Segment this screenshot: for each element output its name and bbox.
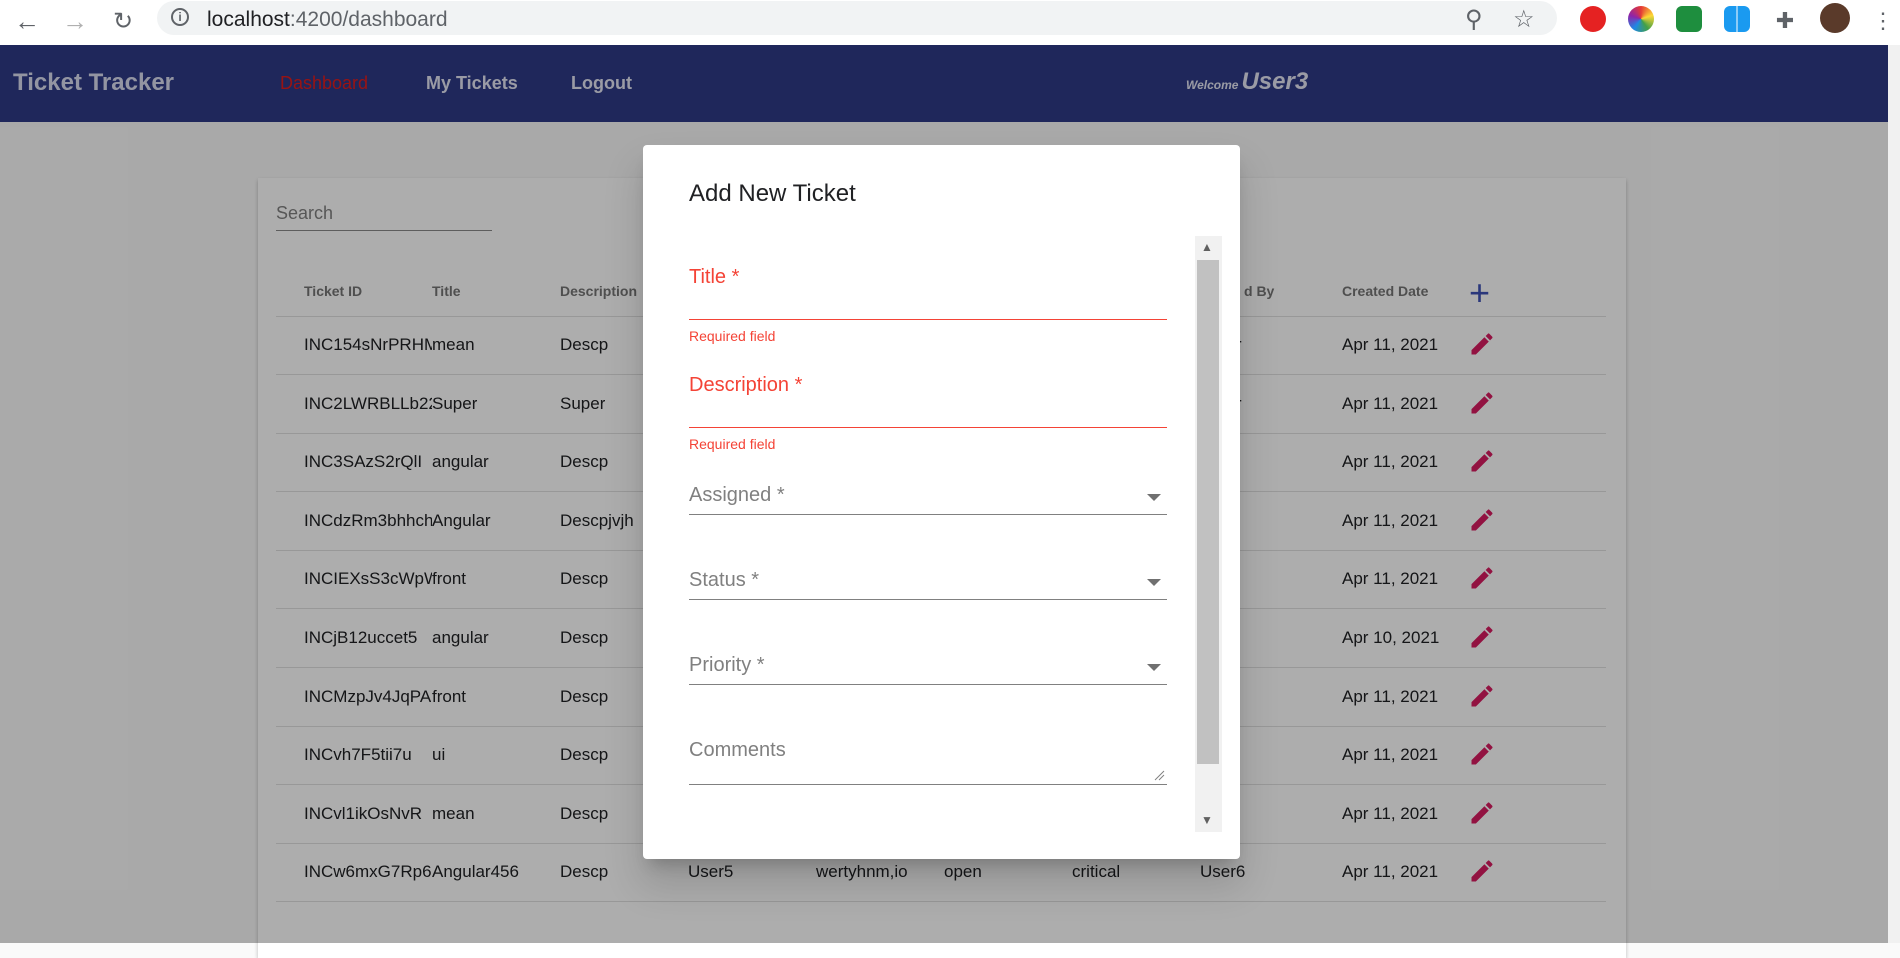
bookmark-star-icon[interactable]: ☆ [1513, 5, 1535, 34]
title-label: Title * [689, 266, 740, 288]
title-error: Required field [689, 328, 776, 344]
description-error: Required field [689, 436, 776, 452]
back-icon[interactable]: ← [10, 4, 44, 38]
add-ticket-dialog: Add New Ticket Title * Required field De… [643, 145, 1240, 859]
assigned-select[interactable]: Assigned * [689, 484, 1167, 515]
chevron-down-icon [1147, 494, 1161, 501]
priority-label: Priority * [689, 654, 765, 676]
comments-textarea[interactable]: Comments [689, 739, 1167, 785]
priority-select[interactable]: Priority * [689, 654, 1167, 685]
reload-icon[interactable]: ↻ [106, 4, 140, 38]
page-scrollbar[interactable] [1888, 45, 1900, 943]
comments-label: Comments [689, 739, 786, 761]
assigned-label: Assigned * [689, 484, 785, 506]
scrollbar-thumb[interactable] [1197, 260, 1219, 764]
dialog-scrollbar[interactable]: ▲ ▼ [1195, 236, 1222, 832]
site-info-icon[interactable]: i [171, 8, 189, 26]
color-extension-icon[interactable] [1628, 6, 1654, 32]
profile-avatar[interactable] [1820, 3, 1850, 33]
extensions-puzzle-icon[interactable]: ✚ [1768, 4, 1802, 38]
browser-menu-icon[interactable]: ⋮ [1866, 4, 1900, 38]
browser-chrome: ← → ↻ i localhost:4200/dashboard ⚲ ☆ ✚ ⋮ [0, 0, 1900, 46]
resize-handle-icon[interactable] [1153, 769, 1165, 781]
scroll-down-arrow-icon[interactable]: ▼ [1201, 813, 1213, 827]
url-text: localhost:4200/dashboard [207, 8, 448, 31]
chevron-down-icon [1147, 579, 1161, 586]
address-bar[interactable]: i localhost:4200/dashboard ⚲ ☆ [157, 1, 1557, 35]
scroll-up-arrow-icon[interactable]: ▲ [1201, 240, 1213, 254]
description-field[interactable]: Description * Required field [689, 374, 1167, 454]
zoom-icon[interactable]: ⚲ [1465, 5, 1483, 34]
title-field[interactable]: Title * Required field [689, 266, 1167, 346]
status-label: Status * [689, 569, 760, 591]
forward-icon[interactable]: → [58, 4, 92, 38]
adblock-extension-icon[interactable] [1580, 6, 1606, 32]
green-extension-icon[interactable] [1676, 6, 1702, 32]
description-label: Description * [689, 374, 803, 396]
windows-extension-icon[interactable] [1724, 6, 1750, 32]
status-select[interactable]: Status * [689, 569, 1167, 600]
dialog-title: Add New Ticket [689, 180, 856, 207]
chevron-down-icon [1147, 664, 1161, 671]
